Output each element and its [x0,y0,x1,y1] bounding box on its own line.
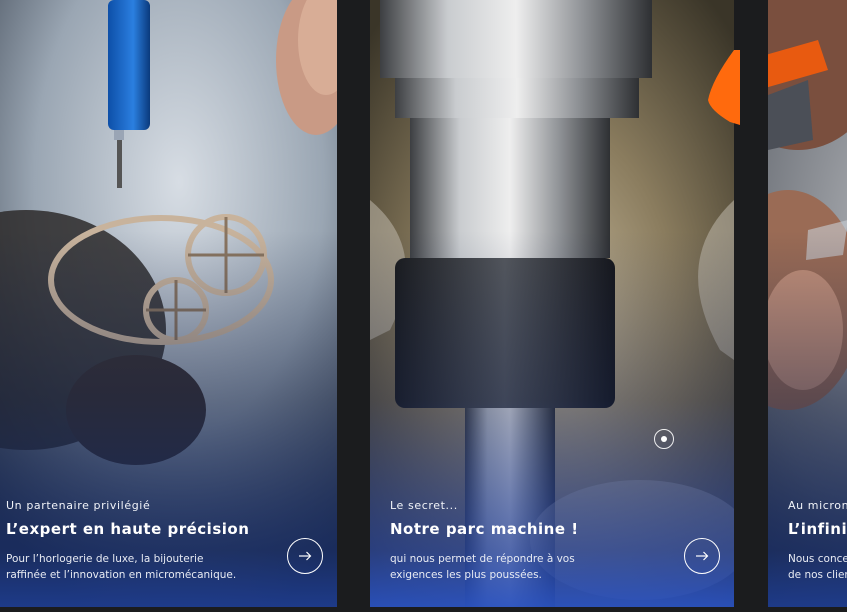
slide-description: qui nous permet de répondre à vos exigen… [390,553,575,581]
slide-caption: Un partenaire privilégié L’expert en hau… [6,499,319,583]
slide-title: L’expert en haute précision [6,520,250,538]
slide-card-precision[interactable]: Au micron près L’infiniment précis Nous … [768,0,847,607]
slide-title: Notre parc machine ! [390,520,579,538]
slide-description: Nous concevons des pièces qui répondent … [788,553,847,581]
slide-card-machines[interactable]: Le secret... Notre parc machine ! qui no… [370,0,734,607]
hero-slider: Un partenaire privilégié L’expert en hau… [0,0,847,612]
slide-card-expert[interactable]: Un partenaire privilégié L’expert en hau… [0,0,337,607]
slide-eyebrow: Le secret... [390,499,458,512]
orange-tool-accent [708,50,740,125]
hotspot-marker[interactable] [654,429,674,449]
slide-caption: Le secret... Notre parc machine ! qui no… [390,499,716,583]
slide-caption: Au micron près L’infiniment précis Nous … [788,499,847,583]
arrow-right-icon [696,551,709,561]
slide-next-button[interactable] [684,538,720,574]
target-dot-icon [661,436,667,442]
slide-description: Pour l’horlogerie de luxe, la bijouterie… [6,553,237,581]
arrow-right-icon [299,551,312,561]
slide-eyebrow: Un partenaire privilégié [6,499,151,512]
slide-next-button[interactable] [287,538,323,574]
slide-title: L’infiniment précis [788,520,847,538]
slide-eyebrow: Au micron près [788,499,847,512]
